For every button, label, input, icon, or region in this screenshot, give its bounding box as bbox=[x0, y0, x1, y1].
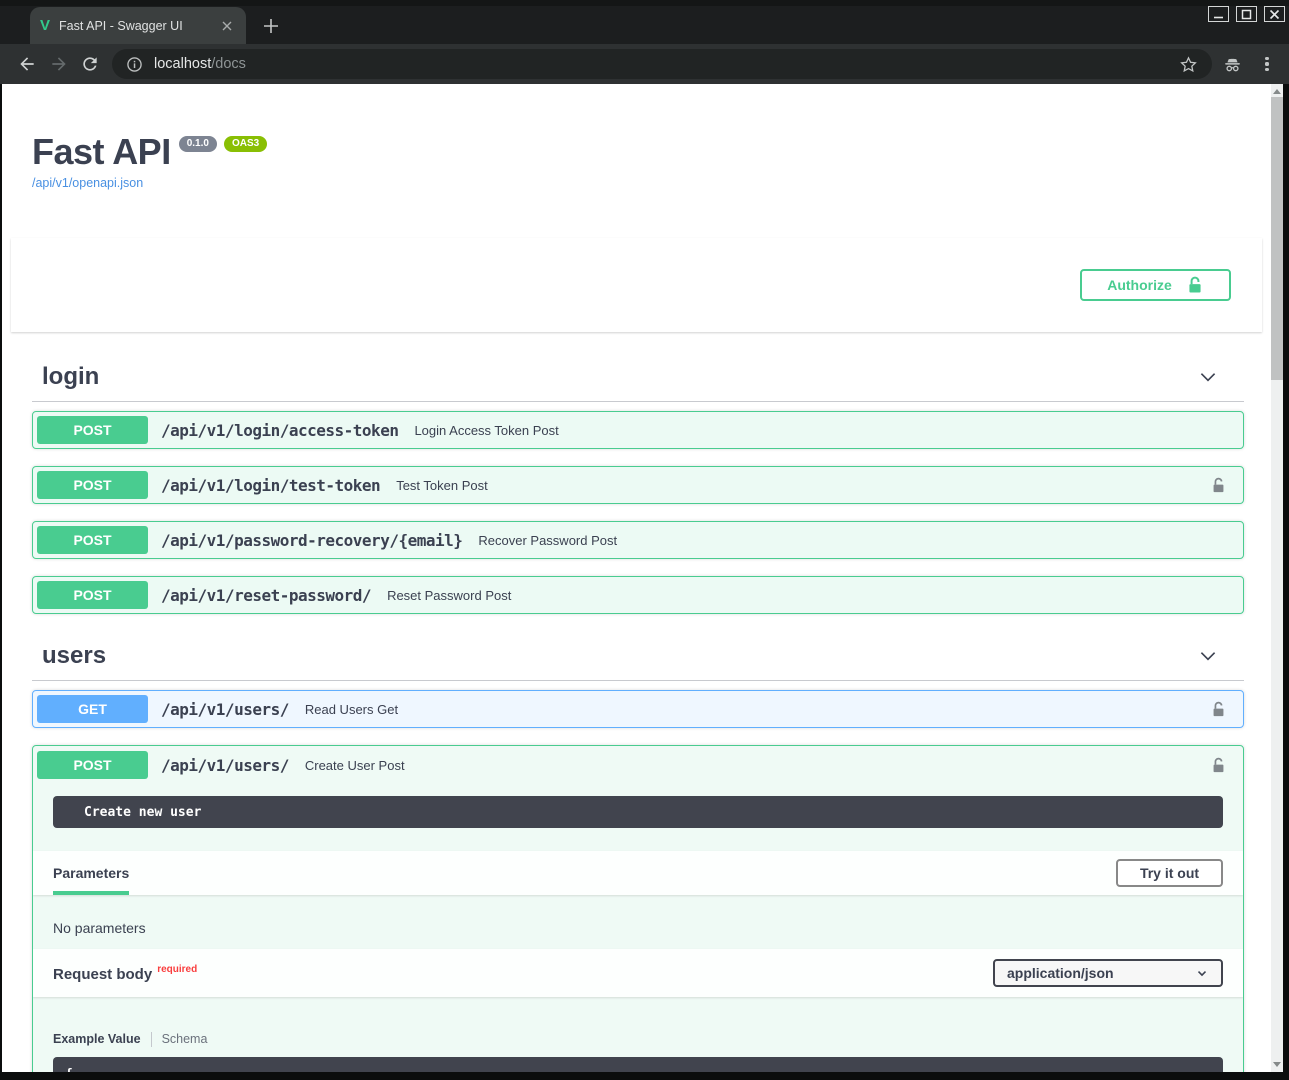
endpoint-path: /api/v1/password-recovery/{email} bbox=[161, 531, 462, 550]
parameters-header: Parameters Try it out bbox=[33, 851, 1243, 895]
tab-schema[interactable]: Schema bbox=[162, 1032, 208, 1046]
tag-section-users: users GET /api/v1/users/ Read Users Get … bbox=[32, 631, 1244, 1072]
scrollbar-thumb[interactable] bbox=[1271, 97, 1283, 380]
window-controls bbox=[1208, 6, 1285, 22]
request-body-header: Request bodyrequired application/json bbox=[33, 949, 1243, 997]
tag-title: login bbox=[42, 363, 99, 391]
chevron-down-icon[interactable] bbox=[1197, 645, 1219, 667]
url-text: localhost/docs bbox=[154, 56, 1179, 72]
model-tabs: Example Value Schema bbox=[53, 1031, 1223, 1047]
scroll-up-icon[interactable] bbox=[1273, 89, 1281, 94]
method-badge: GET bbox=[37, 695, 148, 723]
opblock-password-recovery[interactable]: POST /api/v1/password-recovery/{email} R… bbox=[32, 521, 1244, 559]
no-parameters-text: No parameters bbox=[33, 895, 1243, 949]
url-host: localhost bbox=[154, 56, 211, 72]
example-code-block: { bbox=[53, 1057, 1223, 1072]
tag-header-users[interactable]: users bbox=[32, 631, 1244, 681]
browser-toolbar: localhost/docs bbox=[0, 44, 1289, 84]
chevron-down-icon bbox=[1195, 966, 1209, 980]
tag-header-login[interactable]: login bbox=[32, 352, 1244, 402]
endpoint-path: /api/v1/login/test-token bbox=[161, 476, 380, 495]
example-area: Example Value Schema { bbox=[33, 997, 1243, 1072]
page-viewport: Fast API0.1.0OAS3 /api/v1/openapi.json A… bbox=[2, 84, 1271, 1072]
endpoint-summary: Reset Password Post bbox=[387, 588, 511, 603]
endpoint-path: /api/v1/users/ bbox=[161, 756, 289, 775]
scroll-down-icon[interactable] bbox=[1273, 1062, 1281, 1067]
minimize-button[interactable] bbox=[1208, 6, 1229, 22]
browser-menu-icon[interactable] bbox=[1258, 55, 1276, 73]
authorize-button[interactable]: Authorize bbox=[1080, 269, 1231, 301]
tab-parameters[interactable]: Parameters bbox=[53, 851, 129, 895]
opblock-login-access-token[interactable]: POST /api/v1/login/access-token Login Ac… bbox=[32, 411, 1244, 449]
page-scrollbar[interactable] bbox=[1271, 84, 1283, 1072]
method-badge: POST bbox=[37, 526, 148, 554]
method-badge: POST bbox=[37, 581, 148, 609]
endpoint-summary: Test Token Post bbox=[396, 478, 488, 493]
opblock-login-test-token[interactable]: POST /api/v1/login/test-token Test Token… bbox=[32, 466, 1244, 504]
media-type-value: application/json bbox=[1007, 965, 1114, 981]
endpoint-summary: Login Access Token Post bbox=[414, 423, 558, 438]
chevron-down-icon[interactable] bbox=[1197, 366, 1219, 388]
url-path: /docs bbox=[211, 56, 246, 72]
favicon-icon: V bbox=[40, 18, 50, 33]
method-badge: POST bbox=[37, 471, 148, 499]
opblock-body: Create new user Parameters Try it out No… bbox=[33, 796, 1243, 1072]
close-button[interactable] bbox=[1264, 6, 1285, 22]
page-title: Fast API0.1.0OAS3 bbox=[32, 132, 1271, 172]
endpoint-path: /api/v1/users/ bbox=[161, 700, 289, 719]
required-flag: required bbox=[157, 964, 197, 975]
unlock-icon[interactable] bbox=[1210, 476, 1227, 495]
back-icon[interactable] bbox=[17, 54, 37, 74]
version-badge: 0.1.0 bbox=[179, 136, 217, 152]
method-badge: POST bbox=[37, 751, 148, 779]
scheme-container: Authorize bbox=[11, 238, 1262, 332]
try-it-out-button[interactable]: Try it out bbox=[1116, 859, 1223, 887]
forward-icon[interactable] bbox=[49, 54, 69, 74]
tabs-separator bbox=[151, 1032, 152, 1047]
endpoint-summary: Create User Post bbox=[305, 758, 405, 773]
authorize-label: Authorize bbox=[1107, 277, 1172, 293]
api-info: Fast API0.1.0OAS3 /api/v1/openapi.json bbox=[32, 132, 1271, 192]
opblock-create-user-header[interactable]: POST /api/v1/users/ Create User Post bbox=[33, 746, 1243, 784]
new-tab-button[interactable] bbox=[261, 16, 281, 36]
tab-example-value[interactable]: Example Value bbox=[53, 1032, 141, 1046]
tab-close-icon[interactable] bbox=[218, 17, 236, 35]
maximize-button[interactable] bbox=[1236, 6, 1257, 22]
endpoint-path: /api/v1/reset-password/ bbox=[161, 586, 371, 605]
browser-titlebar: V Fast API - Swagger UI bbox=[0, 0, 1289, 44]
oas-badge: OAS3 bbox=[224, 136, 267, 152]
unlock-icon[interactable] bbox=[1210, 756, 1227, 775]
openapi-spec-link[interactable]: /api/v1/openapi.json bbox=[32, 176, 143, 190]
method-badge: POST bbox=[37, 416, 148, 444]
browser-tab[interactable]: V Fast API - Swagger UI bbox=[30, 7, 246, 44]
tab-title: Fast API - Swagger UI bbox=[59, 19, 218, 33]
endpoint-summary: Recover Password Post bbox=[478, 533, 617, 548]
opblock-create-user-expanded: POST /api/v1/users/ Create User Post Cre… bbox=[32, 745, 1244, 1072]
incognito-icon bbox=[1222, 54, 1243, 75]
endpoint-path: /api/v1/login/access-token bbox=[161, 421, 398, 440]
media-type-select[interactable]: application/json bbox=[993, 959, 1223, 987]
opblock-reset-password[interactable]: POST /api/v1/reset-password/ Reset Passw… bbox=[32, 576, 1244, 614]
operation-description: Create new user bbox=[53, 796, 1223, 828]
request-body-label: Request bodyrequired bbox=[53, 964, 197, 983]
tag-section-login: login POST /api/v1/login/access-token Lo… bbox=[32, 352, 1244, 614]
unlock-icon bbox=[1186, 275, 1204, 295]
site-info-icon[interactable] bbox=[126, 56, 143, 73]
unlock-icon[interactable] bbox=[1210, 700, 1227, 719]
reload-icon[interactable] bbox=[80, 54, 100, 74]
endpoint-summary: Read Users Get bbox=[305, 702, 398, 717]
tag-title: users bbox=[42, 642, 106, 670]
window-top-edge bbox=[0, 0, 1289, 6]
opblock-read-users[interactable]: GET /api/v1/users/ Read Users Get bbox=[32, 690, 1244, 728]
bookmark-star-icon[interactable] bbox=[1179, 55, 1198, 74]
address-bar[interactable]: localhost/docs bbox=[112, 49, 1212, 79]
